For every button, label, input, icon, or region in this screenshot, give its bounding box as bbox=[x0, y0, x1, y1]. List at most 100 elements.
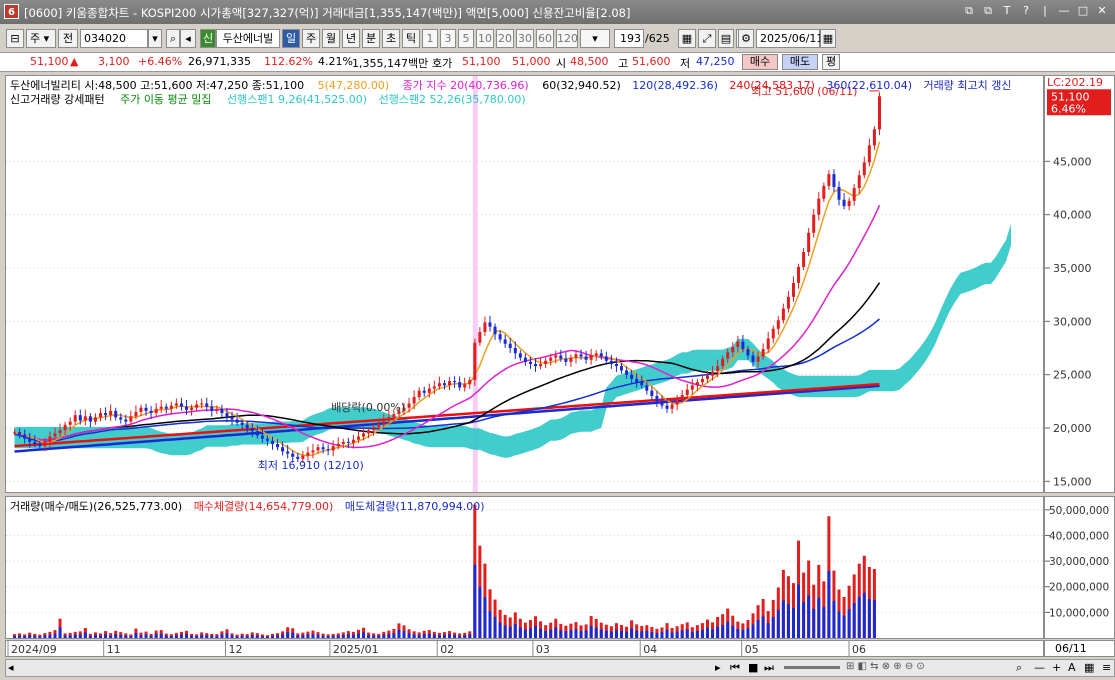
volume-bar-sell bbox=[594, 627, 598, 638]
stock-code-input[interactable]: 034020 bbox=[80, 29, 148, 48]
tab-week[interactable]: 주 bbox=[302, 29, 320, 48]
volume-chart-pane[interactable]: 거래량(매수/매도)(26,525,773.00) 매수체결량(14,654,7… bbox=[5, 496, 1044, 639]
calendar-icon[interactable]: ▦ bbox=[820, 29, 836, 48]
volume-bar-sell bbox=[139, 635, 143, 638]
layout-icon[interactable]: ⊟ bbox=[6, 29, 24, 48]
stop-icon[interactable]: ■ bbox=[748, 661, 758, 674]
volume-bar-sell bbox=[478, 587, 482, 638]
step-3[interactable]: 3 bbox=[440, 29, 456, 48]
period-select[interactable]: 주 ▾ bbox=[26, 29, 56, 48]
chart-tools-icon[interactable]: ⊞ ◧ ⇆ ⊗ ⊕ ⊖ ⊙ bbox=[846, 661, 925, 672]
price-chart[interactable]: 최고 51,600 (06/11)최저 16,910 (12/10)배당락(0.… bbox=[6, 76, 1043, 492]
drawing-tools-icon[interactable]: ▦ bbox=[678, 29, 696, 48]
save-icon[interactable]: ▤ bbox=[718, 29, 734, 48]
candle-body bbox=[18, 432, 22, 435]
jump-end-icon[interactable]: ⏭ bbox=[764, 661, 774, 675]
candle-body bbox=[473, 342, 477, 380]
speaker-icon[interactable]: ◂ bbox=[180, 29, 196, 48]
step-10[interactable]: 10 bbox=[476, 29, 494, 48]
volume-bar-sell bbox=[498, 622, 502, 638]
ma240-legend: 240(24,583.17) bbox=[729, 79, 815, 92]
gear-icon[interactable]: ⚙ bbox=[738, 29, 754, 48]
step-30[interactable]: 30 bbox=[516, 29, 534, 48]
code-dropdown-icon[interactable]: ▾ bbox=[148, 29, 162, 48]
avg-button[interactable]: 평 bbox=[822, 54, 840, 70]
volume-ratio: 112.62% bbox=[264, 55, 313, 68]
candle-body bbox=[88, 416, 92, 422]
volume-bar-sell bbox=[630, 628, 634, 638]
font-icon[interactable]: A bbox=[1068, 661, 1076, 674]
tab-month[interactable]: 월 bbox=[322, 29, 340, 48]
candle-body bbox=[114, 410, 118, 418]
tab-tick[interactable]: 틱 bbox=[402, 29, 420, 48]
settings-icon[interactable]: ▦ bbox=[1084, 661, 1094, 674]
restore-layout-icon[interactable]: ⧉ bbox=[962, 4, 976, 18]
tab-second[interactable]: 초 bbox=[382, 29, 400, 48]
compare-icon[interactable]: ⤢ bbox=[698, 29, 716, 48]
menu-icon[interactable]: ≡ bbox=[1102, 661, 1111, 674]
volume-bar-sell bbox=[402, 631, 406, 638]
tab-year[interactable]: 년 bbox=[342, 29, 360, 48]
maximize-icon[interactable]: □ bbox=[1076, 4, 1090, 18]
candle-body bbox=[776, 320, 780, 329]
close-icon[interactable]: ✕ bbox=[1095, 4, 1109, 18]
jump-start-icon[interactable]: ⏮ bbox=[730, 661, 740, 675]
step-5[interactable]: 5 bbox=[458, 29, 474, 48]
scroll-left-icon[interactable]: ◂ bbox=[8, 661, 14, 674]
candle-body bbox=[705, 375, 709, 379]
copy-icon[interactable]: ⧉ bbox=[981, 4, 995, 18]
help-icon[interactable]: ? bbox=[1019, 4, 1033, 18]
candle-body bbox=[862, 162, 866, 176]
volume-bar-sell bbox=[539, 628, 543, 638]
count-input[interactable]: 193 bbox=[614, 29, 644, 48]
volume-bar-sell bbox=[119, 634, 123, 638]
candle-body bbox=[281, 447, 285, 452]
zoom-in-icon[interactable]: ⌕ bbox=[1016, 661, 1022, 675]
candle-body bbox=[503, 339, 507, 344]
date-input[interactable]: 2025/06/11 bbox=[756, 29, 823, 48]
volume-bar-sell bbox=[822, 606, 826, 638]
candle-body bbox=[685, 389, 689, 395]
volume-bar-sell bbox=[23, 636, 27, 638]
volume-bar-sell bbox=[260, 636, 264, 638]
minus-icon[interactable]: — bbox=[1034, 661, 1045, 674]
candle-body bbox=[675, 399, 679, 405]
ma360-legend: 360(22,610.04) bbox=[826, 79, 912, 92]
volume-bar-sell bbox=[781, 600, 785, 638]
volume-bar-sell bbox=[417, 634, 421, 638]
volume-chart[interactable] bbox=[6, 497, 1043, 638]
search-icon[interactable]: ⌕ bbox=[166, 29, 180, 48]
volume-bar-sell bbox=[245, 635, 249, 638]
volume-bar-sell bbox=[174, 635, 178, 638]
volume-bar-sell bbox=[134, 632, 138, 638]
plus-icon[interactable]: + bbox=[1052, 661, 1061, 674]
candle-body bbox=[235, 419, 239, 423]
sell-button[interactable]: 매도 bbox=[782, 54, 818, 70]
step-60[interactable]: 60 bbox=[536, 29, 554, 48]
buy-button[interactable]: 매수 bbox=[742, 54, 778, 70]
prev-button[interactable]: 전 bbox=[58, 29, 78, 48]
candle-body bbox=[539, 364, 543, 367]
tab-minute[interactable]: 분 bbox=[362, 29, 380, 48]
price-chart-pane[interactable]: 최고 51,600 (06/11) 최저 16,910 (12/10) 배당락(0.… bbox=[5, 75, 1044, 493]
volume-bar-sell bbox=[832, 600, 836, 638]
minimize-icon[interactable]: — bbox=[1057, 4, 1071, 18]
step-120[interactable]: 120 bbox=[556, 29, 578, 48]
chart-scrollbar[interactable]: ◂ ▸ ⏮ ■ ⏭ ⊞ ◧ ⇆ ⊗ ⊕ ⊖ ⊙ ⌕ — + A ▦ ≡ bbox=[5, 659, 1115, 677]
scroll-right-icon[interactable]: ▸ bbox=[715, 661, 721, 674]
volume-bar-sell bbox=[685, 629, 689, 638]
date-tick-label: 04 bbox=[643, 643, 657, 656]
text-icon[interactable]: T bbox=[1000, 4, 1014, 18]
step-20[interactable]: 20 bbox=[496, 29, 514, 48]
tab-day[interactable]: 일 bbox=[282, 29, 300, 48]
zoom-slider[interactable] bbox=[784, 666, 840, 669]
volume-bar-sell bbox=[645, 630, 649, 638]
custom-step-select[interactable]: ▾ bbox=[580, 29, 610, 48]
step-1[interactable]: 1 bbox=[422, 29, 438, 48]
volume-bar-sell bbox=[185, 634, 189, 638]
volume-bar-sell bbox=[109, 635, 113, 638]
volume-bar-sell bbox=[387, 633, 391, 638]
candle-body bbox=[230, 417, 234, 420]
window-title: [0600] 키움종합차트 - KOSPI200 시가총액[327,327(억)… bbox=[24, 6, 631, 20]
volume-bar-sell bbox=[351, 634, 355, 638]
